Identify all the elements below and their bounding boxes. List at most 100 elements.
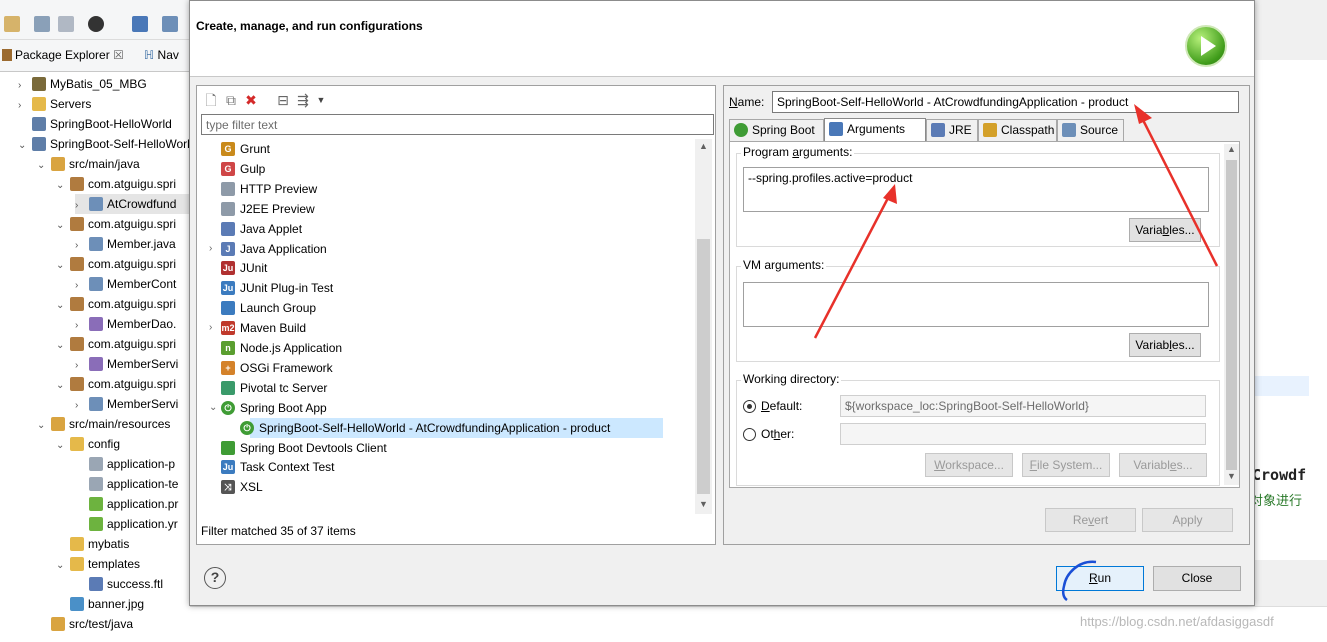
tree-item[interactable]: › MemberDao. (75, 314, 176, 334)
tree-item[interactable]: › Servers (18, 94, 91, 114)
expand-toggle-icon[interactable]: ⌄ (56, 436, 70, 456)
other-radio[interactable] (743, 428, 756, 441)
scroll-up-icon[interactable]: ▲ (1224, 144, 1239, 158)
config-type-item[interactable]: Launch Group (201, 298, 694, 318)
config-type-item[interactable]: n Node.js Application (201, 338, 694, 358)
tree-item[interactable]: ⌄ src/main/resources (37, 414, 170, 434)
expand-toggle-icon[interactable]: ⌄ (37, 156, 51, 176)
config-type-item[interactable]: Spring Boot Devtools Client (201, 438, 694, 458)
config-type-item[interactable]: Pivotal tc Server (201, 378, 694, 398)
config-type-item[interactable]: G Gulp (201, 159, 694, 179)
tree-item[interactable]: › Member.java (75, 234, 176, 254)
configuration-type-tree[interactable]: G Grunt G Gulp HTTP Preview J2EE Preview Java … (201, 139, 694, 514)
tree-item[interactable]: › MemberServi (75, 354, 178, 374)
chevron-down-icon[interactable]: ▼ (313, 92, 329, 108)
run-button[interactable]: Run (1056, 566, 1144, 591)
tree-item[interactable]: success.ftl (75, 574, 163, 594)
apply-button[interactable]: Apply (1142, 508, 1233, 532)
config-type-item[interactable]: G Grunt (201, 139, 694, 159)
tree-item[interactable]: application-te (75, 474, 178, 494)
tree-item[interactable]: src/test/java (37, 614, 133, 634)
tree-item[interactable]: ⌄ src/main/java (37, 154, 140, 174)
expand-toggle-icon[interactable]: › (18, 96, 32, 116)
tree-item[interactable]: banner.jpg (56, 594, 144, 614)
config-type-item[interactable]: ⤨ XSL (201, 477, 694, 497)
help-icon[interactable]: ? (204, 567, 226, 589)
debug-icon[interactable] (88, 16, 104, 32)
config-type-item[interactable]: Ju JUnit (201, 258, 694, 278)
navigator-tab[interactable]: ℍ Nav (144, 48, 179, 62)
tree-item[interactable]: ⌄ templates (56, 554, 140, 574)
scrollbar-thumb[interactable] (697, 239, 710, 494)
tree-item[interactable]: mybatis (56, 534, 129, 554)
other-directory-field[interactable] (840, 423, 1206, 445)
expand-toggle-icon[interactable]: › (209, 239, 221, 259)
expand-toggle-icon[interactable]: › (75, 356, 89, 376)
tree-item[interactable]: › MyBatis_05_MBG (18, 74, 147, 94)
tree-item[interactable]: ⌄ com.atguigu.spri (56, 174, 176, 194)
close-icon[interactable]: ☒ (113, 48, 124, 62)
tab-spring-boot[interactable]: Spring Boot (729, 119, 824, 141)
save-all-icon[interactable] (58, 16, 74, 32)
scroll-up-icon[interactable]: ▲ (695, 141, 712, 155)
scrollbar-thumb[interactable] (1226, 160, 1237, 470)
expand-toggle-icon[interactable]: ⌄ (37, 416, 51, 436)
file-system-button[interactable]: File System... (1022, 453, 1110, 477)
config-type-item[interactable]: › m2 Maven Build (201, 318, 694, 338)
tree-item[interactable]: › MemberCont (75, 274, 176, 294)
tab-classpath[interactable]: Classpath (978, 119, 1057, 141)
expand-toggle-icon[interactable]: ⌄ (56, 296, 70, 316)
expand-toggle-icon[interactable]: › (75, 316, 89, 336)
package-explorer-tree[interactable]: › MyBatis_05_MBG › Servers SpringBoot-HelloW… (0, 72, 190, 642)
tree-item[interactable]: ⌄ com.atguigu.spri (56, 374, 176, 394)
config-type-item[interactable]: Java Applet (201, 219, 694, 239)
package-explorer-tab[interactable]: Package Explorer ☒ (2, 48, 124, 62)
delete-icon[interactable]: ✖ (243, 92, 259, 108)
tree-item[interactable]: ⌄ config (56, 434, 120, 454)
program-arguments-input[interactable] (743, 167, 1209, 212)
expand-toggle-icon[interactable]: ⌄ (56, 216, 70, 236)
config-type-item[interactable]: J2EE Preview (201, 199, 694, 219)
expand-toggle-icon[interactable]: ⌄ (56, 256, 70, 276)
tree-item[interactable]: application-p (75, 454, 175, 474)
expand-toggle-icon[interactable]: › (75, 396, 89, 416)
expand-toggle-icon[interactable]: › (75, 196, 89, 216)
expand-toggle-icon[interactable]: ⌄ (56, 556, 70, 576)
tab-arguments[interactable]: Arguments (824, 118, 926, 142)
arguments-scrollbar[interactable]: ▲ ▼ (1224, 144, 1239, 485)
toggle-icon[interactable] (162, 16, 178, 32)
vm-arguments-input[interactable] (743, 282, 1209, 327)
collapse-all-icon[interactable]: ⊟ (275, 92, 291, 108)
filter-icon[interactable]: ⇶ (295, 92, 311, 108)
tree-item[interactable]: ⌄ com.atguigu.spri (56, 294, 176, 314)
tree-item[interactable]: › MemberServi (75, 394, 178, 414)
configuration-name-input[interactable] (772, 91, 1239, 113)
vm-variables-button[interactable]: Variables... (1129, 333, 1201, 357)
config-type-item[interactable]: + OSGi Framework (201, 358, 694, 378)
program-variables-button[interactable]: Variables... (1129, 218, 1201, 242)
working-dir-variables-button[interactable]: Variables... (1119, 453, 1207, 477)
duplicate-icon[interactable]: ⧉ (223, 92, 239, 108)
expand-toggle-icon[interactable]: › (18, 76, 32, 96)
tree-item[interactable]: application.yr (75, 514, 178, 534)
expand-toggle-icon[interactable]: ⌄ (56, 176, 70, 196)
expand-toggle-icon[interactable]: › (209, 318, 221, 338)
revert-button[interactable]: Revert (1045, 508, 1136, 532)
new-configuration-icon[interactable]: 🗋 (203, 92, 219, 108)
expand-toggle-icon[interactable]: › (75, 276, 89, 296)
default-radio[interactable] (743, 400, 756, 413)
expand-toggle-icon[interactable]: ⌄ (56, 336, 70, 356)
tab-jre[interactable]: JRE (926, 119, 978, 141)
expand-toggle-icon[interactable]: ⌄ (56, 376, 70, 396)
expand-toggle-icon[interactable]: › (75, 236, 89, 256)
tree-item[interactable]: SpringBoot-HelloWorld (18, 114, 172, 134)
tree-item[interactable]: ⌄ SpringBoot-Self-HelloWorld (18, 134, 190, 154)
new-icon[interactable] (4, 16, 20, 32)
config-type-item[interactable]: Ju Task Context Test (201, 457, 694, 477)
configuration-tree-scrollbar[interactable]: ▲ ▼ (695, 139, 712, 514)
console-icon[interactable] (132, 16, 148, 32)
tree-item[interactable]: ⌄ com.atguigu.spri (56, 214, 176, 234)
config-type-item[interactable]: ⏻ SpringBoot-Self-HelloWorld - AtCrowdfun… (201, 417, 694, 438)
tab-source[interactable]: Source (1057, 119, 1124, 141)
tree-item[interactable]: application.pr (75, 494, 178, 514)
